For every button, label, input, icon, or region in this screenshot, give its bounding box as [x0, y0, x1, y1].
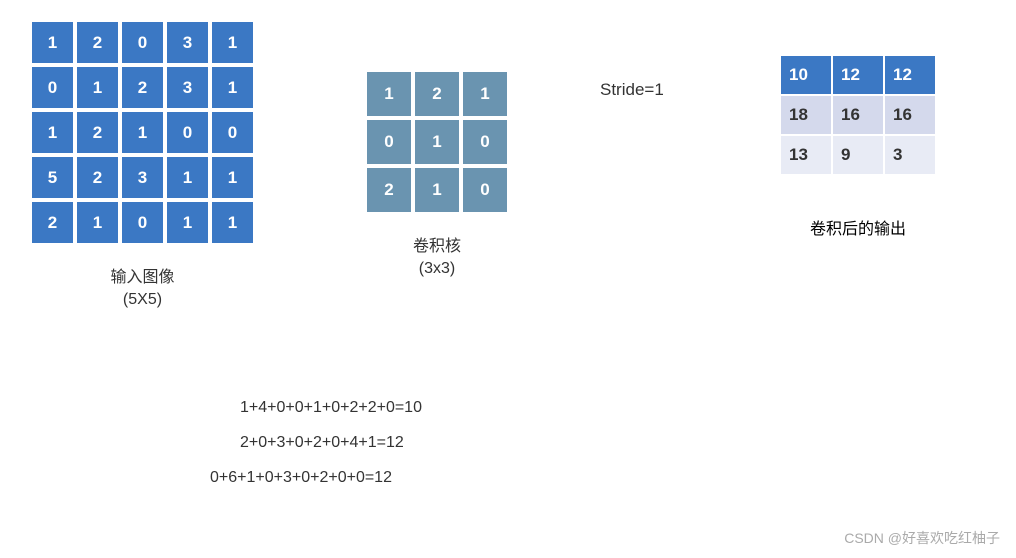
output-cell: 3: [884, 135, 936, 175]
input-cell: 1: [210, 155, 255, 200]
input-caption: 输入图像 (5X5): [110, 267, 174, 312]
output-cell: 16: [884, 95, 936, 135]
output-cell: 9: [832, 135, 884, 175]
kernel-caption: 卷积核 (3x3): [413, 236, 461, 281]
input-cell: 1: [75, 200, 120, 245]
output-block: 1012121816161393 卷积后的输出: [780, 55, 936, 239]
kernel-caption-line2: (3x3): [413, 258, 461, 280]
input-cell: 3: [165, 20, 210, 65]
output-grid: 1012121816161393: [780, 55, 936, 175]
equation-line: 1+4+0+0+1+0+2+2+0=10: [210, 390, 422, 425]
input-cell: 2: [75, 20, 120, 65]
input-cell: 1: [210, 200, 255, 245]
kernel-cell: 1: [365, 70, 413, 118]
input-cell: 0: [30, 65, 75, 110]
output-cell: 16: [832, 95, 884, 135]
input-cell: 1: [165, 200, 210, 245]
input-cell: 1: [30, 110, 75, 155]
input-cell: 2: [75, 110, 120, 155]
input-cell: 1: [210, 20, 255, 65]
kernel-cell: 0: [461, 118, 509, 166]
kernel-cell: 0: [365, 118, 413, 166]
input-image-block: 1203101231121005231121011 输入图像 (5X5): [30, 20, 255, 312]
input-cell: 2: [120, 65, 165, 110]
watermark: CSDN @好喜欢吃红柚子: [844, 528, 1000, 548]
equation-line: 0+6+1+0+3+0+2+0+0=12: [210, 460, 422, 495]
kernel-grid: 121010210: [365, 70, 509, 214]
kernel-cell: 1: [413, 166, 461, 214]
input-cell: 1: [75, 65, 120, 110]
equation-line: 2+0+3+0+2+0+4+1=12: [210, 425, 422, 460]
input-cell: 0: [120, 200, 165, 245]
output-cell: 13: [780, 135, 832, 175]
kernel-cell: 1: [413, 118, 461, 166]
kernel-block: 121010210 卷积核 (3x3): [365, 70, 509, 281]
kernel-cell: 2: [365, 166, 413, 214]
kernel-cell: 1: [461, 70, 509, 118]
output-cell: 10: [780, 55, 832, 95]
kernel-caption-line1: 卷积核: [413, 236, 461, 258]
output-cell: 12: [884, 55, 936, 95]
input-cell: 2: [30, 200, 75, 245]
input-caption-line1: 输入图像: [110, 267, 174, 289]
input-cell: 1: [165, 155, 210, 200]
input-cell: 0: [120, 20, 165, 65]
input-cell: 1: [210, 65, 255, 110]
input-cell: 5: [30, 155, 75, 200]
input-cell: 1: [120, 110, 165, 155]
input-cell: 3: [120, 155, 165, 200]
output-cell: 18: [780, 95, 832, 135]
stride-label: Stride=1: [600, 80, 664, 100]
input-cell: 3: [165, 65, 210, 110]
input-grid: 1203101231121005231121011: [30, 20, 255, 245]
input-caption-line2: (5X5): [110, 289, 174, 311]
kernel-cell: 2: [413, 70, 461, 118]
output-cell: 12: [832, 55, 884, 95]
output-caption: 卷积后的输出: [810, 215, 906, 239]
input-cell: 0: [165, 110, 210, 155]
kernel-cell: 0: [461, 166, 509, 214]
equations-block: 1+4+0+0+1+0+2+2+0=102+0+3+0+2+0+4+1=120+…: [210, 390, 422, 496]
input-cell: 2: [75, 155, 120, 200]
input-cell: 1: [30, 20, 75, 65]
input-cell: 0: [210, 110, 255, 155]
